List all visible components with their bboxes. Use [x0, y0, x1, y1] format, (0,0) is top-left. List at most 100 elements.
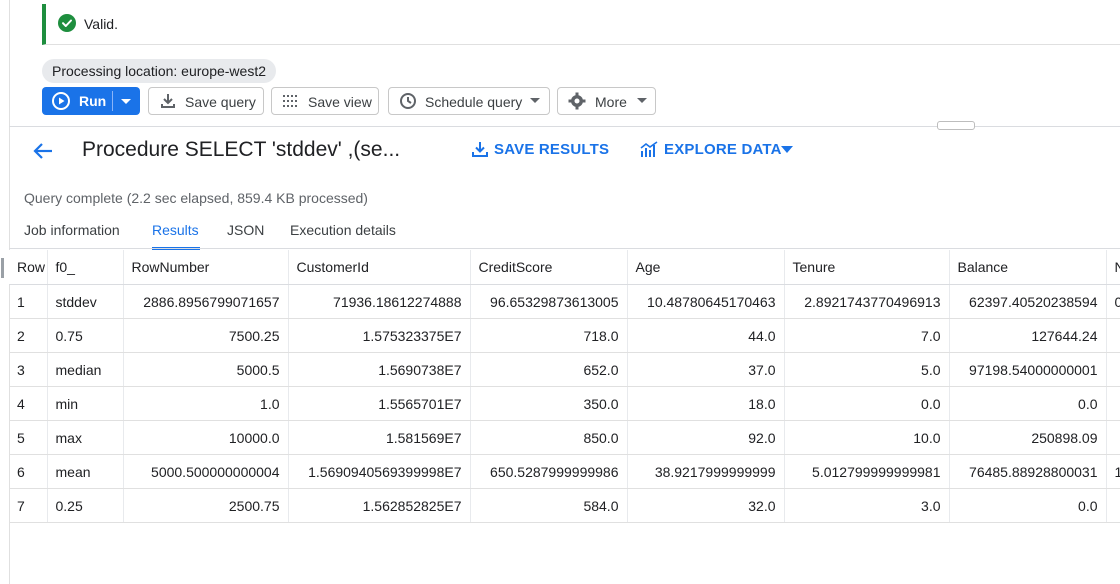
table-cell: 2.8921743770496913 — [784, 284, 950, 319]
table-cell: 38.9217999999999 — [627, 454, 785, 489]
table-cell: 584.0 — [470, 488, 628, 523]
table-cell — [1106, 386, 1120, 421]
column-header[interactable]: N — [1106, 250, 1120, 285]
table-cell: 650.5287999999986 — [470, 454, 628, 489]
tabs-divider — [9, 248, 1120, 249]
results-title: Procedure SELECT 'stddev' ,(se... — [82, 138, 401, 161]
grid-dots-icon — [283, 95, 297, 107]
column-header[interactable]: f0_ — [47, 250, 124, 285]
save-query-label: Save query — [185, 94, 256, 110]
tab-json[interactable]: JSON — [227, 222, 264, 238]
table-cell: 18.0 — [627, 386, 785, 421]
column-header[interactable]: Age — [627, 250, 785, 285]
more-label: More — [595, 94, 627, 110]
table-cell: 5.012799999999981 — [784, 454, 950, 489]
column-header[interactable]: Row — [9, 250, 48, 285]
table-cell: 350.0 — [470, 386, 628, 421]
table-cell: 0.0 — [784, 386, 950, 421]
run-button[interactable]: Run — [42, 87, 112, 115]
table-cell: 0.0 — [949, 386, 1107, 421]
save-results-button[interactable]: SAVE RESULTS — [472, 141, 609, 161]
run-label: Run — [79, 93, 107, 109]
schedule-query-label: Schedule query — [425, 94, 523, 110]
save-view-button[interactable]: Save view — [271, 87, 379, 115]
table-cell: 0 — [1106, 284, 1120, 319]
table-cell: 7.0 — [784, 318, 950, 353]
chevron-down-icon — [530, 98, 540, 103]
save-results-label: SAVE RESULTS — [494, 141, 610, 158]
column-header[interactable]: CustomerId — [288, 250, 471, 285]
dropdown-caret-icon — [781, 146, 793, 153]
table-cell: 32.0 — [627, 488, 785, 523]
table-row: 2 0.75 7500.25 1.575323375E7 718.0 44.0 … — [9, 318, 1120, 353]
explore-data-button[interactable]: EXPLORE DATA — [640, 141, 795, 161]
column-header[interactable]: CreditScore — [470, 250, 628, 285]
table-cell: 1.5565701E7 — [288, 386, 471, 421]
table-cell: 10.48780645170463 — [627, 284, 785, 319]
results-table: Row f0_ RowNumber CustomerId CreditScore… — [9, 250, 1120, 523]
table-cell: 76485.88928800031 — [949, 454, 1107, 489]
table-row: 4 min 1.0 1.5565701E7 350.0 18.0 0.0 0.0 — [9, 386, 1120, 421]
table-cell: 850.0 — [470, 420, 628, 455]
chevron-down-icon — [637, 98, 647, 103]
run-options-button[interactable] — [113, 87, 140, 115]
row-number-cell: 1 — [9, 284, 48, 319]
table-cell: 5.0 — [784, 352, 950, 387]
row-number-cell: 7 — [9, 488, 48, 523]
table-cell: max — [47, 420, 124, 455]
table-cell: stddev — [47, 284, 124, 319]
table-cell: 2886.8956799071657 — [123, 284, 289, 319]
query-status: Query complete (2.2 sec elapsed, 859.4 K… — [24, 190, 368, 206]
table-cell: 1.581569E7 — [288, 420, 471, 455]
table-cell: 1.0 — [123, 386, 289, 421]
table-cell — [1106, 420, 1120, 455]
table-cell: 2500.75 — [123, 488, 289, 523]
column-header[interactable]: RowNumber — [123, 250, 289, 285]
row-number-cell: 4 — [9, 386, 48, 421]
back-arrow-icon[interactable] — [32, 140, 54, 162]
table-cell: 10000.0 — [123, 420, 289, 455]
table-row: 6 mean 5000.500000000004 1.5690940569399… — [9, 454, 1120, 489]
schedule-query-button[interactable]: Schedule query — [388, 87, 550, 115]
table-cell: 96.65329873613005 — [470, 284, 628, 319]
table-cell — [1106, 352, 1120, 387]
table-cell: 97198.54000000001 — [949, 352, 1107, 387]
download-icon — [161, 94, 175, 108]
save-query-button[interactable]: Save query — [148, 87, 264, 115]
table-cell: 0.0 — [949, 488, 1107, 523]
table-cell: 10.0 — [784, 420, 950, 455]
gear-icon — [568, 92, 586, 110]
tab-job-information[interactable]: Job information — [24, 222, 120, 238]
validation-banner: Valid. — [42, 4, 1120, 45]
more-button[interactable]: More — [557, 87, 656, 115]
column-header[interactable]: Tenure — [784, 250, 950, 285]
table-cell: 71936.18612274888 — [288, 284, 471, 319]
table-cell: 1.5690738E7 — [288, 352, 471, 387]
table-cell: median — [47, 352, 124, 387]
chart-icon — [640, 141, 658, 157]
tab-execution-details[interactable]: Execution details — [290, 222, 396, 238]
table-cell: 44.0 — [627, 318, 785, 353]
explore-data-label: EXPLORE DATA — [664, 141, 782, 158]
table-row: 1 stddev 2886.8956799071657 71936.186122… — [9, 284, 1120, 319]
column-header[interactable]: Balance — [949, 250, 1107, 285]
resize-handle[interactable] — [937, 121, 975, 130]
tab-results[interactable]: Results — [152, 222, 199, 238]
table-cell: 250898.09 — [949, 420, 1107, 455]
table-cell: 652.0 — [470, 352, 628, 387]
table-cell: 718.0 — [470, 318, 628, 353]
play-icon — [52, 92, 70, 110]
table-cell: 92.0 — [627, 420, 785, 455]
table-cell: 62397.40520238594 — [949, 284, 1107, 319]
table-cell: 1.562852825E7 — [288, 488, 471, 523]
table-cell: 127644.24 — [949, 318, 1107, 353]
table-row: 3 median 5000.5 1.5690738E7 652.0 37.0 5… — [9, 352, 1120, 387]
check-circle-icon — [58, 14, 76, 32]
processing-location-chip: Processing location: europe-west2 — [42, 59, 277, 83]
table-cell — [1106, 318, 1120, 353]
table-cell: 37.0 — [627, 352, 785, 387]
row-number-cell: 3 — [9, 352, 48, 387]
table-cell: 3.0 — [784, 488, 950, 523]
table-row: 7 0.25 2500.75 1.562852825E7 584.0 32.0 … — [9, 488, 1120, 523]
table-header-row: Row f0_ RowNumber CustomerId CreditScore… — [9, 250, 1120, 285]
